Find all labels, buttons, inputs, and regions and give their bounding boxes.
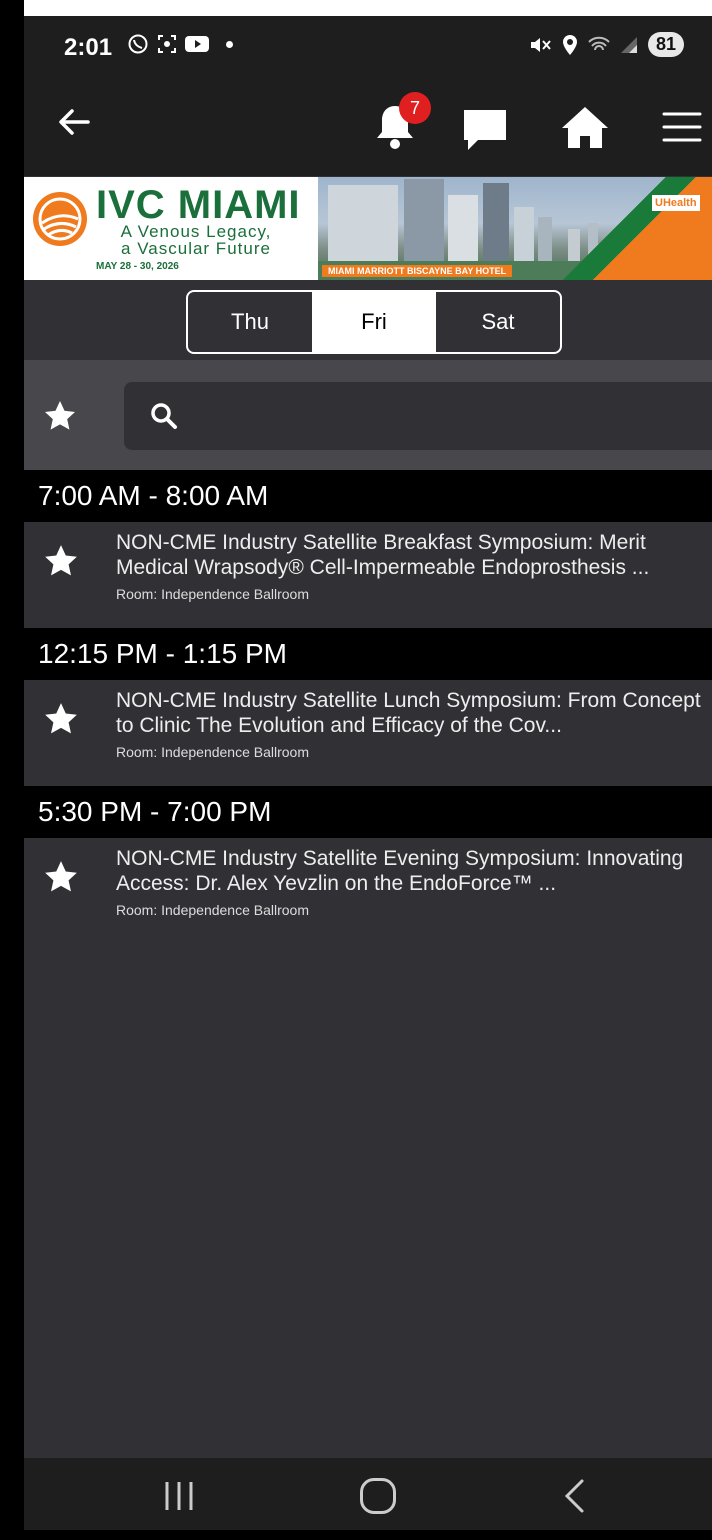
status-notification-icons: [127, 33, 233, 55]
day-tabs-area: Thu Fri Sat: [24, 280, 712, 360]
app-bar: 7: [24, 80, 712, 176]
search-box: [124, 382, 712, 452]
session-title: NON-CME Industry Satellite Breakfast Sym…: [116, 531, 650, 579]
recents-icon[interactable]: [162, 1480, 196, 1512]
notification-badge: 7: [399, 92, 431, 124]
menu-icon[interactable]: [660, 108, 704, 146]
system-nav-bar: [24, 1458, 712, 1530]
session-item[interactable]: NON-CME Industry Satellite Evening Sympo…: [24, 838, 712, 942]
back-arrow-icon[interactable]: [54, 102, 94, 142]
ivc-logo-icon: [33, 192, 87, 246]
uhealth-logo: UHealth: [652, 195, 700, 211]
status-bar: 2:01 81: [24, 16, 712, 80]
session-item[interactable]: NON-CME Industry Satellite Lunch Symposi…: [24, 680, 712, 784]
filter-search-row: [24, 360, 712, 470]
wifi-icon: [588, 36, 610, 50]
favorites-filter-star-icon[interactable]: [42, 398, 78, 434]
banner-hotel: MIAMI MARRIOTT BISCAYNE BAY HOTEL: [322, 265, 513, 277]
session-room: Room: Independence Ballroom: [116, 902, 310, 918]
nav-back-icon[interactable]: [562, 1478, 586, 1514]
session-room: Room: Independence Ballroom: [116, 586, 310, 602]
screenshot-icon: [158, 35, 176, 53]
banner-subtitle-line1: A Venous Legacy,: [120, 222, 272, 241]
favorite-star-icon[interactable]: [42, 542, 80, 580]
time-slot-header: 12:15 PM - 1:15 PM: [24, 628, 712, 680]
banner-subtitle: A Venous Legacy, a Vascular Future: [92, 223, 300, 257]
status-time: 2:01: [64, 34, 113, 61]
favorite-star-icon[interactable]: [42, 858, 80, 896]
mute-icon: [530, 37, 551, 52]
whatsapp-icon: [128, 34, 148, 54]
search-input[interactable]: [176, 382, 700, 452]
screenshot-frame-top: [0, 0, 712, 16]
session-room: Room: Independence Ballroom: [116, 744, 310, 760]
event-banner[interactable]: IVC MIAMI A Venous Legacy, a Vascular Fu…: [24, 177, 712, 280]
youtube-icon: [185, 36, 209, 52]
more-notifications-dot: [226, 40, 233, 48]
session-title: NON-CME Industry Satellite Evening Sympo…: [116, 847, 684, 895]
battery-indicator: 81: [647, 32, 684, 57]
home-circle-icon[interactable]: [360, 1478, 396, 1514]
tab-sat[interactable]: Sat: [436, 292, 560, 352]
screenshot-frame-bottom: [0, 1530, 712, 1540]
phone-screen: 2:01 81 7 IVC MIAMI A Venous Legacy, a V…: [24, 16, 712, 1530]
day-tabs: Thu Fri Sat: [186, 290, 562, 354]
banner-dates: MAY 28 - 30, 2026: [96, 261, 179, 272]
tab-fri[interactable]: Fri: [312, 292, 436, 352]
chat-icon[interactable]: [460, 106, 510, 154]
session-item[interactable]: NON-CME Industry Satellite Breakfast Sym…: [24, 522, 712, 626]
time-slot-header: 5:30 PM - 7:00 PM: [24, 786, 712, 838]
status-system-icons: 81: [528, 32, 684, 57]
tab-thu[interactable]: Thu: [188, 292, 312, 352]
location-icon: [562, 34, 577, 55]
home-icon[interactable]: [560, 104, 610, 150]
session-title: NON-CME Industry Satellite Lunch Symposi…: [116, 689, 701, 737]
screenshot-frame-left: [0, 0, 24, 1540]
signal-icon: [620, 36, 637, 53]
favorite-star-icon[interactable]: [42, 700, 80, 738]
time-slot-header: 7:00 AM - 8:00 AM: [24, 470, 712, 522]
banner-subtitle-line2: a Vascular Future: [121, 239, 271, 258]
